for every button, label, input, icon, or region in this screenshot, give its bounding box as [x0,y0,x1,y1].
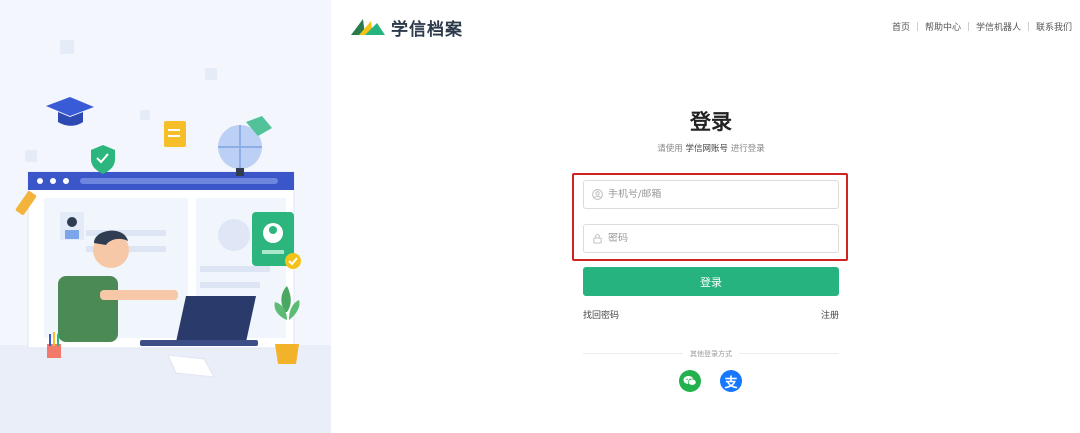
nav-divider [967,22,969,31]
subtitle-prefix: 请使用 [657,144,683,154]
logo-icon [351,19,385,35]
brand-name: 学信档案 [391,19,463,40]
nav-divider [1027,22,1029,31]
password-input[interactable] [608,233,828,244]
password-field[interactable] [583,224,839,253]
forgot-password-link[interactable]: 找回密码 [583,308,619,321]
register-link[interactable]: 注册 [821,308,839,321]
other-login-label: 其他登录方式 [690,350,732,358]
nav-help-link[interactable]: 帮助中心 [925,20,961,33]
top-nav: 首页 帮助中心 学信机器人 联系我们 [892,20,1072,33]
user-icon [592,189,603,200]
subtitle-suffix: 进行登录 [730,144,765,154]
phone-email-field[interactable] [583,180,839,209]
lock-icon [593,234,602,244]
alipay-icon: 支 [724,375,738,391]
subtitle-account-name: 学信网账号 [685,144,728,154]
phone-email-input[interactable] [608,189,828,200]
brand-logo[interactable]: 学信档案 [351,14,463,40]
wechat-icon [683,376,697,386]
nav-home-link[interactable]: 首页 [892,20,910,33]
nav-contact-link[interactable]: 联系我们 [1036,20,1072,33]
wechat-login-button[interactable] [679,370,701,392]
login-subtitle: 请使用 学信网账号 进行登录 [583,142,839,154]
login-title: 登录 [690,110,732,134]
login-illustration [0,40,331,433]
login-button[interactable]: 登录 [583,267,839,296]
nav-divider [916,22,918,31]
illustration-panel [0,0,331,433]
nav-robot-link[interactable]: 学信机器人 [976,20,1021,33]
alipay-login-button[interactable]: 支 [720,370,742,392]
